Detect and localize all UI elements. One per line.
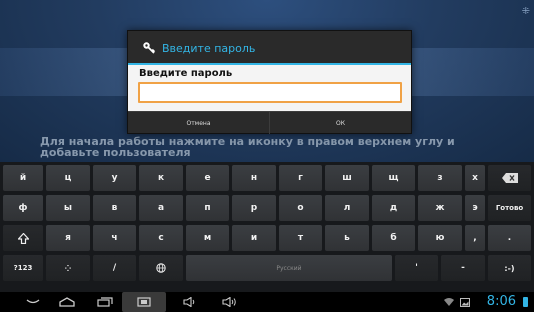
shift-key[interactable] — [3, 225, 43, 251]
key[interactable]: с — [139, 225, 183, 251]
key[interactable]: б — [372, 225, 415, 251]
key[interactable]: ш — [325, 165, 369, 191]
smiley-key[interactable]: :-) — [488, 255, 531, 281]
password-dialog: Введите пароль Введите пароль Отмена ОК — [127, 30, 412, 134]
key[interactable]: э — [465, 195, 485, 221]
period-key[interactable]: . — [488, 225, 531, 251]
globe-icon — [156, 263, 166, 273]
clock: 8:06 — [486, 294, 516, 309]
key[interactable]: е — [186, 165, 229, 191]
battery-icon — [523, 297, 528, 307]
settings-key[interactable]: ⁘ — [46, 255, 90, 281]
key[interactable]: п — [186, 195, 229, 221]
key[interactable]: р — [232, 195, 276, 221]
space-key[interactable]: Русский — [186, 255, 392, 281]
dialog-body: Введите пароль — [128, 65, 411, 111]
wifi-status — [442, 292, 456, 312]
home-button[interactable] — [54, 292, 80, 312]
key[interactable]: м — [186, 225, 229, 251]
comma-key[interactable]: , — [465, 225, 485, 251]
keyboard-row-3: я ч с м и т ь б ю , . — [0, 224, 534, 252]
wifi-icon — [444, 298, 454, 306]
key[interactable]: г — [279, 165, 322, 191]
recent-apps-button[interactable] — [92, 292, 118, 312]
dialog-button-bar: Отмена ОК — [128, 111, 411, 134]
key[interactable]: а — [139, 195, 183, 221]
key[interactable]: ь — [325, 225, 369, 251]
volume-down-icon — [183, 297, 195, 307]
key[interactable]: ж — [418, 195, 462, 221]
key[interactable]: я — [46, 225, 90, 251]
key[interactable]: х — [465, 165, 485, 191]
key[interactable]: л — [325, 195, 369, 221]
slash-key[interactable]: / — [93, 255, 136, 281]
keyboard-row-2: ф ы в а п р о л д ж э Готово — [0, 194, 534, 222]
symbols-key[interactable]: ?123 — [3, 255, 43, 281]
backspace-key[interactable] — [488, 165, 531, 191]
hint-text: Для начала работы нажмите на иконку в пр… — [40, 135, 455, 159]
apostrophe-key[interactable]: ' — [395, 255, 438, 281]
volume-up-icon — [222, 297, 236, 307]
ok-button[interactable]: ОК — [269, 112, 411, 134]
home-icon — [59, 297, 75, 307]
key[interactable]: ю — [418, 225, 462, 251]
done-key[interactable]: Готово — [488, 195, 531, 221]
key[interactable]: й — [3, 165, 43, 191]
key[interactable]: в — [93, 195, 136, 221]
chevron-down-icon — [26, 299, 40, 304]
image-notification-icon — [460, 297, 470, 307]
key-icon — [142, 41, 156, 55]
backspace-icon — [501, 173, 518, 183]
key[interactable]: к — [139, 165, 183, 191]
volume-down-button[interactable] — [180, 292, 200, 312]
password-input[interactable] — [138, 82, 402, 103]
key[interactable]: ц — [46, 165, 90, 191]
shift-icon — [17, 232, 29, 244]
key[interactable]: ф — [3, 195, 43, 221]
key[interactable]: щ — [372, 165, 415, 191]
language-key[interactable] — [139, 255, 183, 281]
key[interactable]: з — [418, 165, 462, 191]
key[interactable]: и — [232, 225, 276, 251]
screenshot-icon — [137, 297, 151, 307]
hide-keyboard-button[interactable] — [20, 292, 46, 312]
screenshot-button[interactable] — [122, 292, 166, 312]
dash-key[interactable]: - — [441, 255, 485, 281]
notification-status — [458, 292, 472, 312]
volume-up-button[interactable] — [220, 292, 240, 312]
add-user-icon[interactable]: ⁜ — [522, 6, 530, 17]
system-navigation-bar: 8:06 — [0, 292, 534, 312]
key[interactable]: н — [232, 165, 276, 191]
onscreen-keyboard: й ц у к е н г ш щ з х ф ы в а п р о л д … — [0, 162, 534, 292]
settings-icon: ⁘ — [64, 263, 72, 273]
keyboard-row-1: й ц у к е н г ш щ з х — [0, 164, 534, 192]
dialog-title-bar: Введите пароль — [142, 41, 255, 55]
recent-apps-icon — [97, 297, 113, 307]
key[interactable]: д — [372, 195, 415, 221]
password-field-label: Введите пароль — [139, 68, 233, 79]
key[interactable]: ы — [46, 195, 90, 221]
cancel-button[interactable]: Отмена — [128, 112, 269, 134]
keyboard-row-4: ?123 ⁘ / Русский ' - :-) — [0, 254, 534, 282]
key[interactable]: ч — [93, 225, 136, 251]
key[interactable]: т — [279, 225, 322, 251]
dialog-title: Введите пароль — [162, 41, 256, 55]
key[interactable]: о — [279, 195, 322, 221]
key[interactable]: у — [93, 165, 136, 191]
